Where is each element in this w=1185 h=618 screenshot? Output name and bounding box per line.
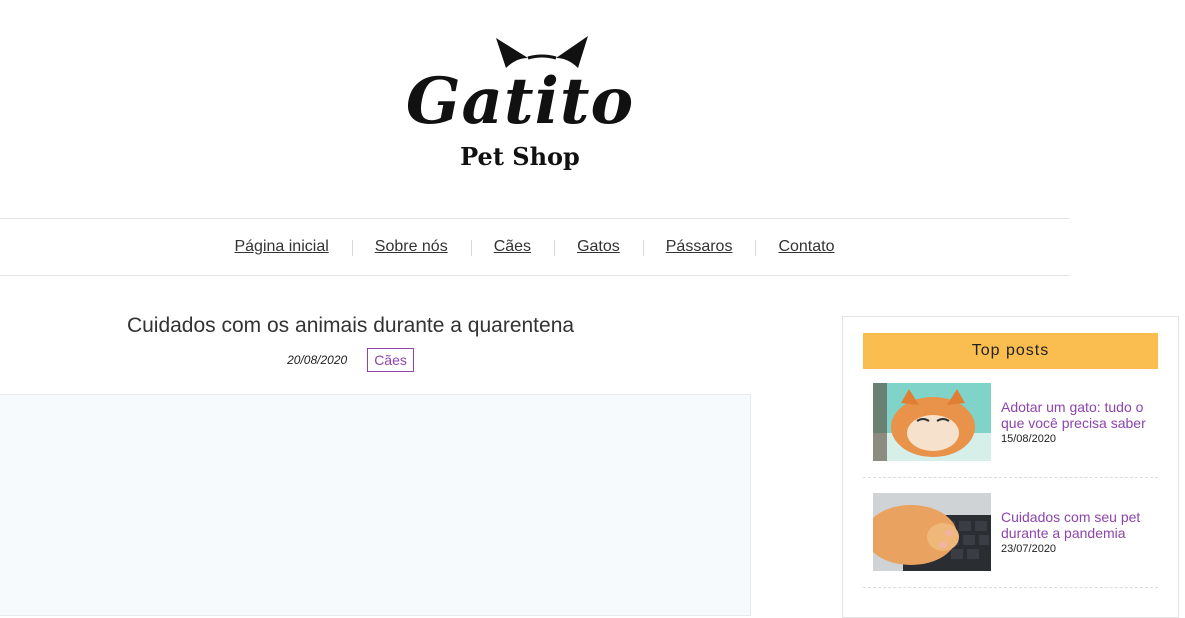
post-title: Cuidados com os animais durante a quaren…	[126, 314, 575, 337]
nav-item-dogs[interactable]: Cães	[470, 238, 554, 256]
sidebar-title: Top posts	[863, 333, 1158, 369]
logo-title: Gatito	[405, 64, 635, 139]
logo-subtitle: Pet Shop	[460, 142, 580, 171]
top-post-title[interactable]: Adotar um gato: tudo o que você precisa …	[1001, 399, 1161, 431]
site-logo[interactable]: Gatito Pet Shop	[380, 30, 660, 180]
post-thumbnail[interactable]	[873, 383, 991, 461]
top-post-title[interactable]: Cuidados com seu pet durante a pandemia	[1001, 509, 1161, 541]
top-post-date: 15/08/2020	[1001, 433, 1057, 445]
nav-item-cats[interactable]: Gatos	[554, 238, 643, 256]
nav-item-about[interactable]: Sobre nós	[351, 238, 471, 256]
top-post-item[interactable]: Cuidados com seu pet durante a pandemia …	[863, 493, 1158, 588]
nav-item-home[interactable]: Página inicial	[211, 238, 351, 256]
post-date: 20/08/2020	[287, 353, 348, 367]
post-category-tag[interactable]: Cães	[367, 348, 414, 372]
main-nav: Página inicial Sobre nós Cães Gatos Páss…	[0, 218, 1069, 276]
nav-item-contact[interactable]: Contato	[755, 238, 857, 256]
nav-item-birds[interactable]: Pássaros	[642, 238, 756, 256]
sidebar: Top posts Adotar um gato: tudo o que voc…	[842, 316, 1179, 618]
top-post-date: 23/07/2020	[1001, 543, 1057, 555]
post-thumbnail[interactable]	[873, 493, 991, 571]
top-post-item[interactable]: Adotar um gato: tudo o que você precisa …	[863, 383, 1158, 478]
post-image	[0, 394, 751, 616]
post-meta: 20/08/2020 Cães	[0, 348, 701, 372]
